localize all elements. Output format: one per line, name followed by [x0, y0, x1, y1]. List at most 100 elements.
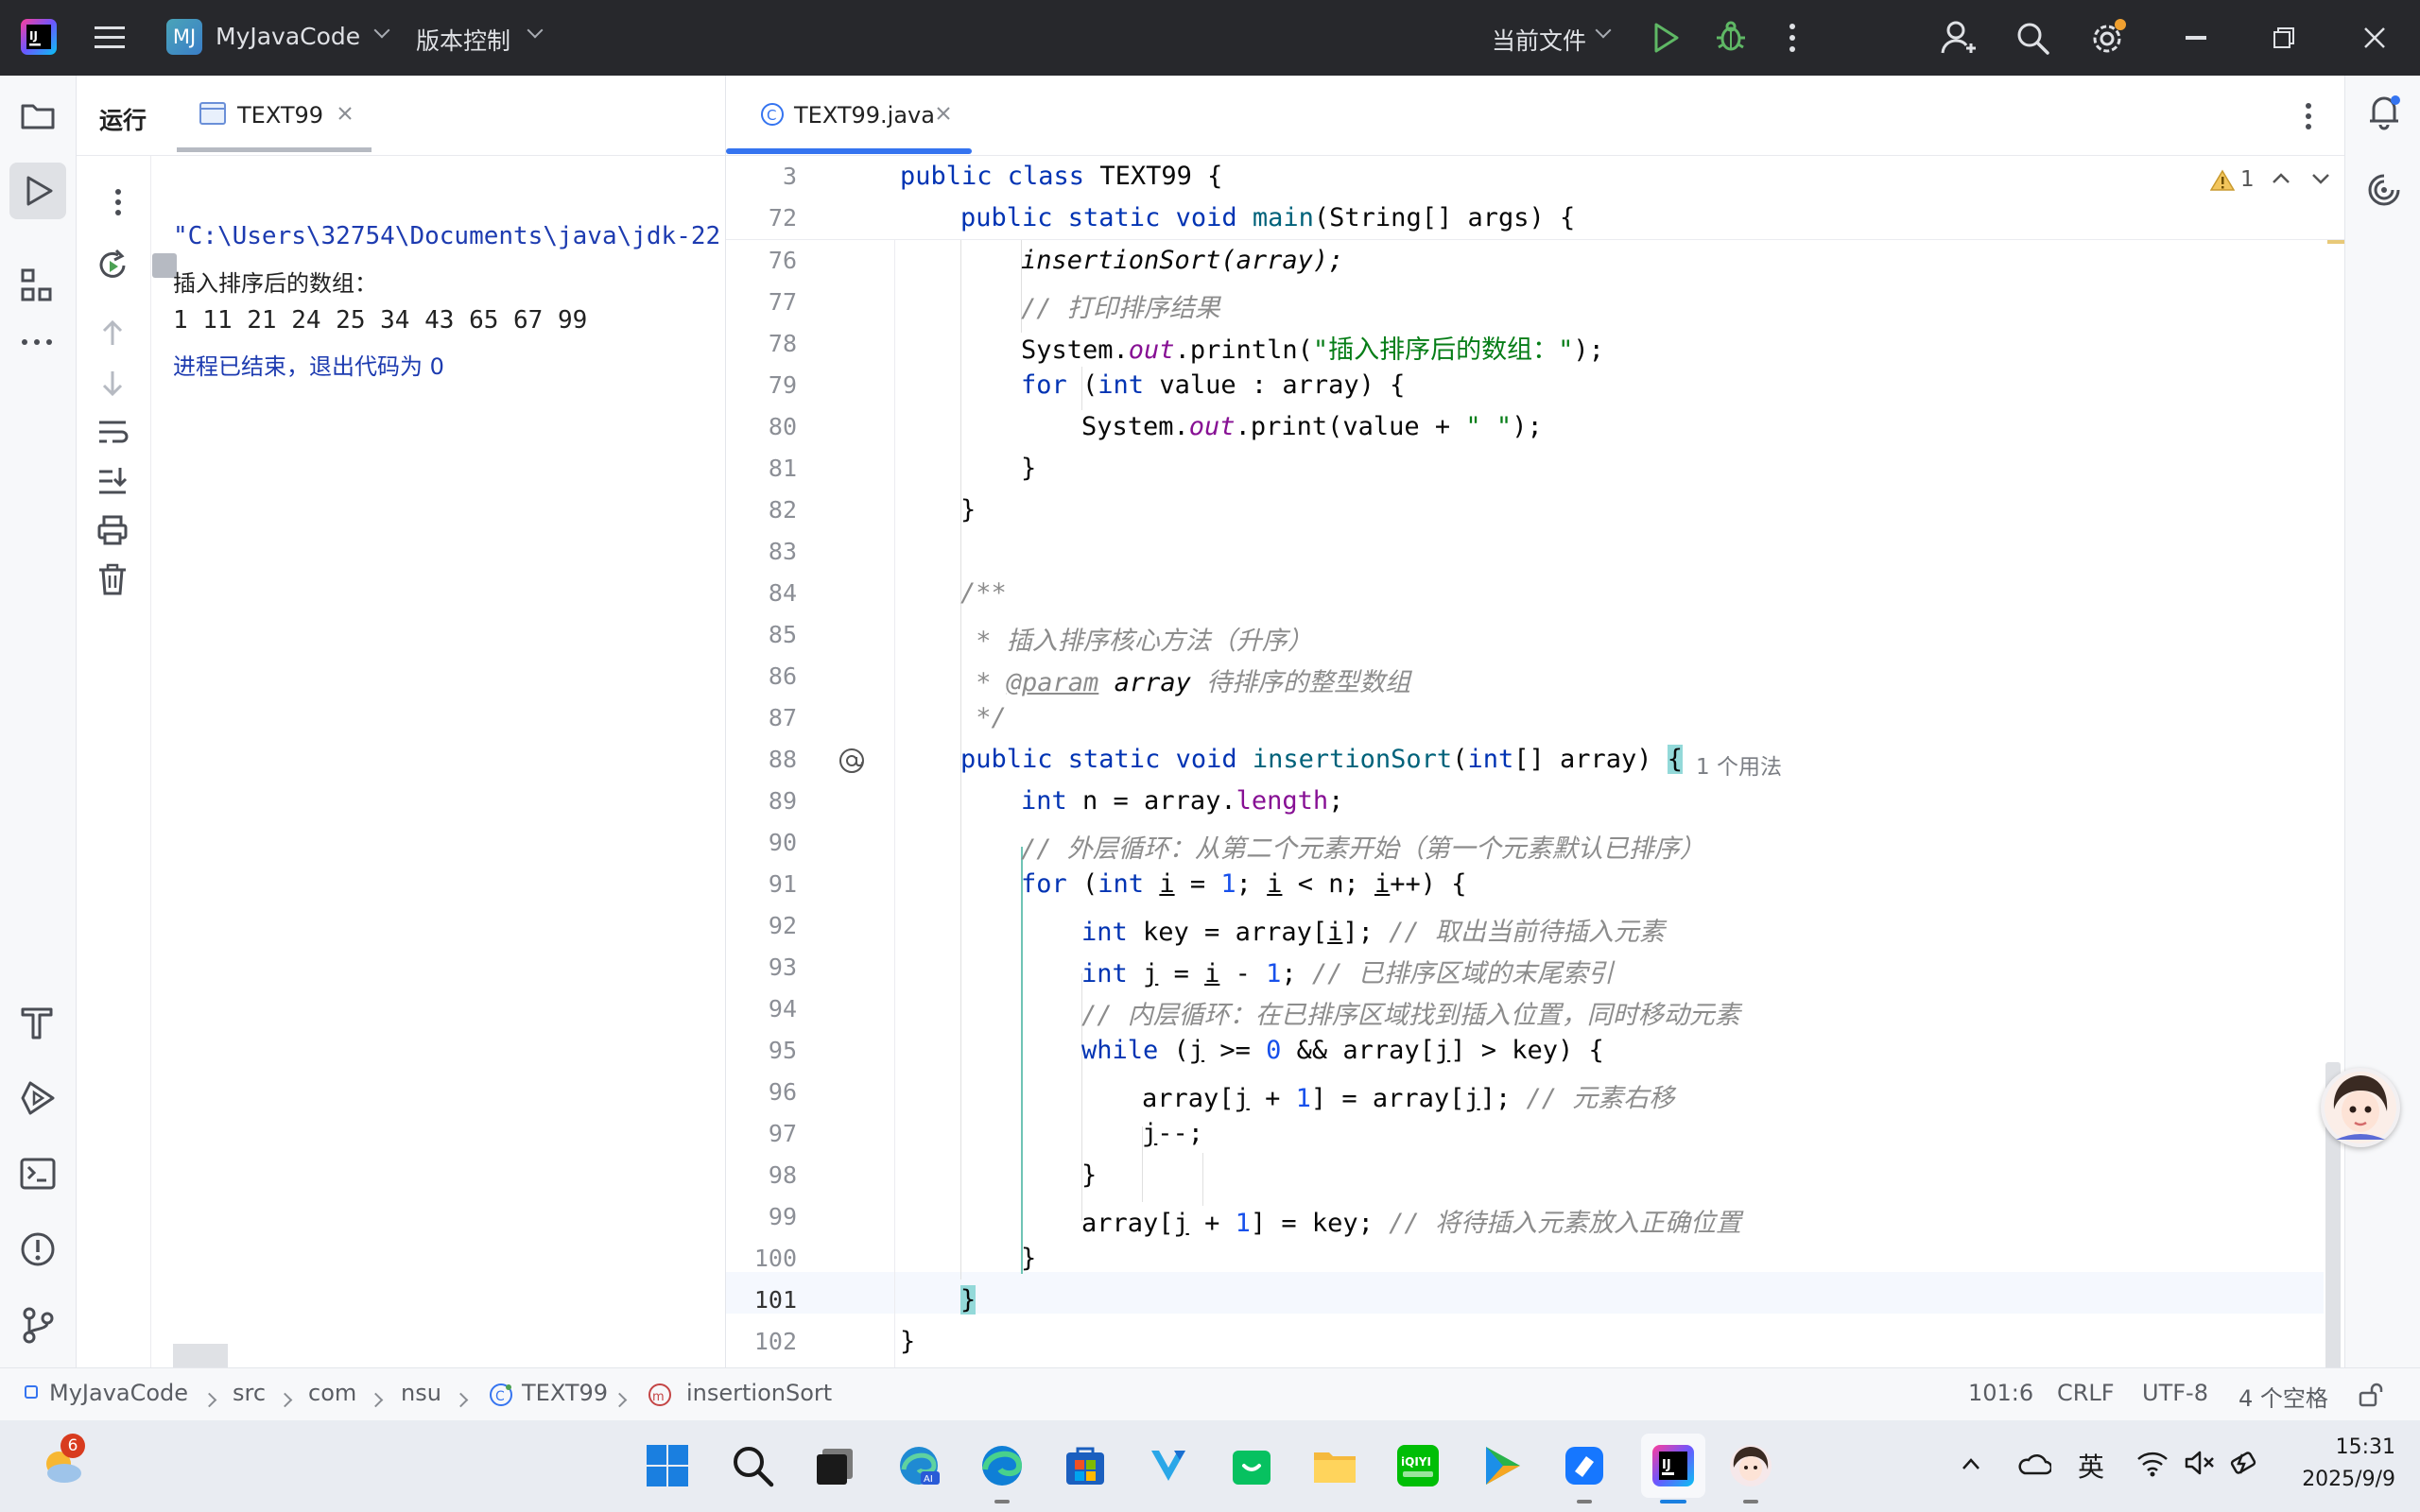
- code-line[interactable]: 77 // 打印排序结果: [726, 282, 2324, 323]
- line-separator[interactable]: CRLF: [2057, 1380, 2115, 1406]
- run-tab-text99[interactable]: TEXT99: [177, 89, 375, 152]
- clock-date[interactable]: 2025/9/9: [2291, 1468, 2395, 1491]
- minimize-icon[interactable]: [2186, 36, 2206, 40]
- intellij-logo-icon[interactable]: IJ: [21, 19, 57, 55]
- problems-icon[interactable]: [19, 1230, 57, 1268]
- horizontal-scrollbar-thumb[interactable]: [173, 1344, 228, 1367]
- clock-time[interactable]: 15:31: [2327, 1435, 2395, 1459]
- code-line[interactable]: 76 insertionSort(array);: [726, 240, 2324, 282]
- usage-inlay-hint[interactable]: 1 个用法: [1696, 748, 1782, 781]
- structure-icon[interactable]: [19, 266, 57, 304]
- scroll-up-icon[interactable]: [95, 317, 130, 351]
- project-folder-icon[interactable]: [19, 96, 57, 134]
- code-line[interactable]: 81}: [726, 448, 2324, 490]
- code-line[interactable]: 99 array[j + 1] = key; // 将待插入元素放入正确位置: [726, 1196, 2324, 1238]
- scroll-down-icon[interactable]: [95, 366, 130, 400]
- explorer-icon[interactable]: [1312, 1443, 1357, 1488]
- wifi-icon[interactable]: [2136, 1449, 2169, 1477]
- terminal-icon[interactable]: [19, 1155, 57, 1193]
- volume-muted-icon[interactable]: [2184, 1449, 2216, 1477]
- code-line[interactable]: 82}: [726, 490, 2324, 531]
- iqiyi-icon[interactable]: iQIYI: [1395, 1443, 1441, 1488]
- avatar-app-icon[interactable]: [1728, 1443, 1773, 1488]
- caret-position[interactable]: 101:6: [1968, 1380, 2033, 1406]
- breadcrumb-project[interactable]: MyJavaCode: [49, 1380, 188, 1406]
- close-tab-icon[interactable]: [336, 104, 354, 123]
- code-line[interactable]: 96 array[j + 1] = array[j]; // 元素右移: [726, 1072, 2324, 1113]
- read-only-lock-icon[interactable]: [2358, 1382, 2384, 1408]
- code-line[interactable]: 87 */: [726, 697, 2324, 739]
- code-line[interactable]: 95 while (j >= 0 && array[j] > key) {: [726, 1030, 2324, 1072]
- git-branch-icon[interactable]: [19, 1306, 57, 1344]
- next-highlight-icon[interactable]: [2310, 171, 2331, 186]
- code-line[interactable]: 97 j--;: [726, 1113, 2324, 1155]
- code-line[interactable]: 83: [726, 531, 2324, 573]
- video-player-icon[interactable]: [1478, 1443, 1524, 1488]
- code-line[interactable]: 98}: [726, 1155, 2324, 1196]
- build-hammer-icon[interactable]: [19, 1004, 57, 1041]
- breadcrumb-src[interactable]: src: [233, 1380, 266, 1406]
- print-icon[interactable]: [95, 513, 130, 547]
- code-line[interactable]: 92 int key = array[i]; // 取出当前待插入元素: [726, 905, 2324, 947]
- wechat-icon[interactable]: [1229, 1443, 1274, 1488]
- intellij-icon[interactable]: IJ: [1651, 1443, 1696, 1488]
- debug-button[interactable]: [1713, 19, 1749, 55]
- vertical-scrollbar[interactable]: [2324, 240, 2344, 1370]
- breadcrumb-class[interactable]: TEXT99: [522, 1380, 608, 1406]
- main-menu-icon[interactable]: [95, 25, 127, 51]
- soft-wrap-icon[interactable]: [95, 415, 130, 449]
- sticky-line[interactable]: 3 public class TEXT99 {: [726, 156, 2324, 198]
- code-line[interactable]: 91 for (int i = 1; i < n; i++) {: [726, 864, 2324, 905]
- weather-icon[interactable]: 6: [38, 1434, 85, 1488]
- indent-setting[interactable]: 4 个空格: [2238, 1380, 2328, 1413]
- warning-indicator[interactable]: 1: [2210, 167, 2276, 196]
- close-icon[interactable]: [2363, 26, 2386, 49]
- code-line[interactable]: 89 int n = array.length;: [726, 781, 2324, 822]
- battery-charging-icon[interactable]: [2229, 1447, 2261, 1477]
- breadcrumb-method[interactable]: insertionSort: [686, 1380, 832, 1406]
- code-line[interactable]: 78 System.out.println("插入排序后的数组：");: [726, 323, 2324, 365]
- code-line[interactable]: 100}: [726, 1238, 2324, 1280]
- sticky-line[interactable]: 72 public static void main(String[] args…: [726, 198, 2324, 239]
- override-at-icon[interactable]: [838, 747, 866, 775]
- code-line[interactable]: 93 int j = i - 1; // 已排序区域的末尾索引: [726, 947, 2324, 988]
- run-tool-window-button[interactable]: [9, 163, 66, 219]
- search-icon[interactable]: [730, 1443, 775, 1488]
- code-line[interactable]: 85 * 插入排序核心方法（升序）: [726, 614, 2324, 656]
- previous-highlight-icon[interactable]: [2271, 171, 2291, 186]
- onedrive-cloud-icon[interactable]: [2017, 1451, 2051, 1477]
- show-hidden-icons-chevron-icon[interactable]: [1961, 1456, 1981, 1471]
- code-line[interactable]: 90 // 外层循环：从第二个元素开始（第一个元素默认已排序）: [726, 822, 2324, 864]
- breadcrumb-com[interactable]: com: [308, 1380, 356, 1406]
- notifications-bell-icon[interactable]: [2366, 93, 2402, 130]
- vcs-menu[interactable]: 版本控制: [416, 17, 548, 59]
- assistant-avatar[interactable]: [2321, 1068, 2400, 1147]
- editor-more-icon[interactable]: [2303, 102, 2314, 130]
- code-line-current[interactable]: 101}: [726, 1280, 2324, 1321]
- edge-ai-icon[interactable]: AI: [896, 1443, 942, 1488]
- services-icon[interactable]: [19, 1079, 57, 1117]
- code-line[interactable]: 80 System.out.print(value + " ");: [726, 406, 2324, 448]
- taskview-icon[interactable]: [813, 1443, 858, 1488]
- run-more-icon[interactable]: [112, 188, 124, 216]
- breadcrumb-nsu[interactable]: nsu: [401, 1380, 441, 1406]
- close-tab-icon[interactable]: [934, 104, 953, 123]
- code-line[interactable]: 102}: [726, 1321, 2324, 1363]
- ime-indicator[interactable]: 英: [2078, 1447, 2104, 1485]
- project-selector[interactable]: MJ MyJavaCode: [166, 17, 390, 59]
- code-line[interactable]: 79 for (int value : array) {: [726, 365, 2324, 406]
- warning-stripe-mark[interactable]: [2327, 240, 2344, 244]
- file-encoding[interactable]: UTF-8: [2142, 1380, 2208, 1406]
- messenger-icon[interactable]: [1562, 1443, 1607, 1488]
- code-line[interactable]: 94 // 内层循环：在已排序区域找到插入位置，同时移动元素: [726, 988, 2324, 1030]
- code-line[interactable]: 88 public static void insertionSort(int[…: [726, 739, 2324, 781]
- add-user-icon[interactable]: [1940, 19, 1978, 57]
- run-config-selector[interactable]: 当前文件: [1492, 17, 1618, 59]
- store-icon[interactable]: [1063, 1443, 1108, 1488]
- more-tools-icon[interactable]: [19, 323, 57, 361]
- restore-icon[interactable]: [2273, 26, 2295, 49]
- code-area[interactable]: 76 insertionSort(array); 77 // 打印排序结果 78 Sy…: [726, 240, 2324, 1367]
- editor-tab-text99-java[interactable]: C TEXT99.java: [747, 89, 950, 142]
- run-button[interactable]: [1649, 21, 1683, 55]
- more-actions-icon[interactable]: [1787, 23, 1798, 53]
